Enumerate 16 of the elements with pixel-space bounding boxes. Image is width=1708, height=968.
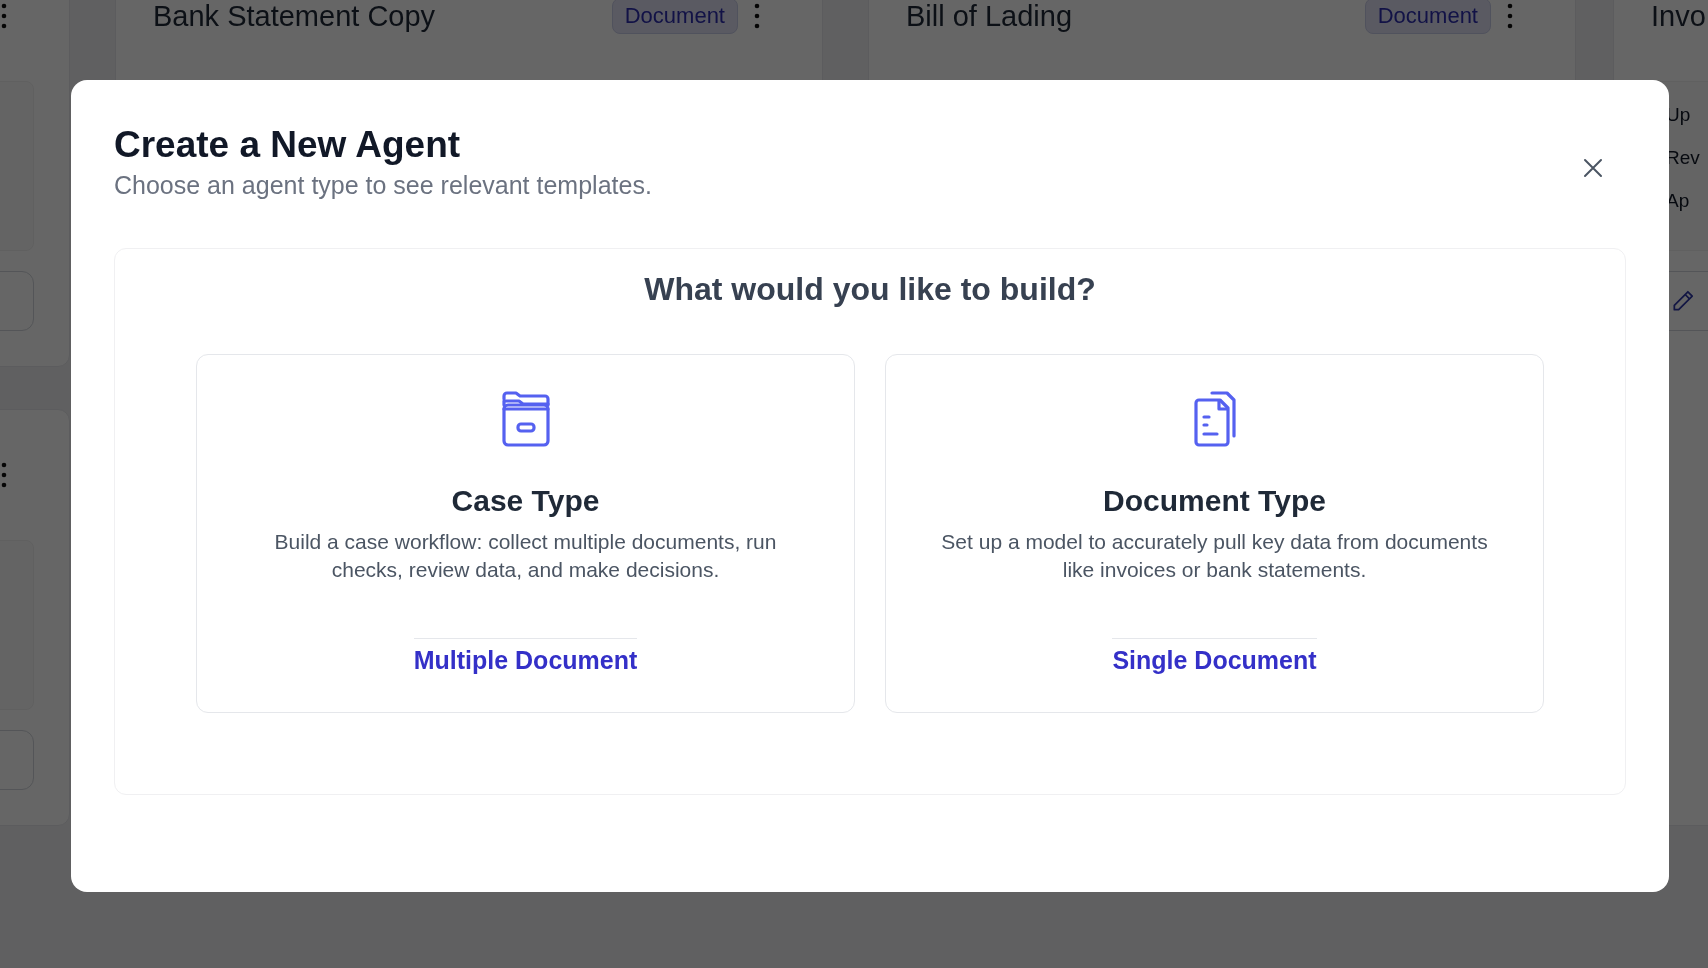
option-title: Case Type [451,483,600,519]
type-badge: Document [1364,0,1491,34]
section-heading: What would you like to build? [643,271,1097,307]
option-card[interactable]: Case Type Build a case workflow: collect multiple documents, run checks, review data, and make decisions. Multiple Document [196,354,855,713]
type-badge: Document [611,0,738,34]
card-title: Invo [1651,1,1706,31]
option-title: Document Type [1103,483,1326,519]
card-title: Bill of Lading [906,1,1073,31]
option-description: Set up a model to accurately pull key data from documents like invoices or bank statements. [940,529,1489,583]
option-description: Build a case workflow: collect multiple documents, run checks, review data, and make decisions. [273,529,778,583]
dialog-subtitle: Choose an agent type to see relevant templates. [114,170,653,201]
dialog-title: Create a New Agent [114,124,462,166]
card-title: Bank Statement Copy [153,1,436,31]
option-link[interactable]: Single Document [1112,638,1317,675]
option-card[interactable]: Document Type Set up a model to accurately pull key data from documents like invoices or bank statements. Single Document [885,354,1544,713]
option-link[interactable]: Multiple Document [413,638,638,675]
